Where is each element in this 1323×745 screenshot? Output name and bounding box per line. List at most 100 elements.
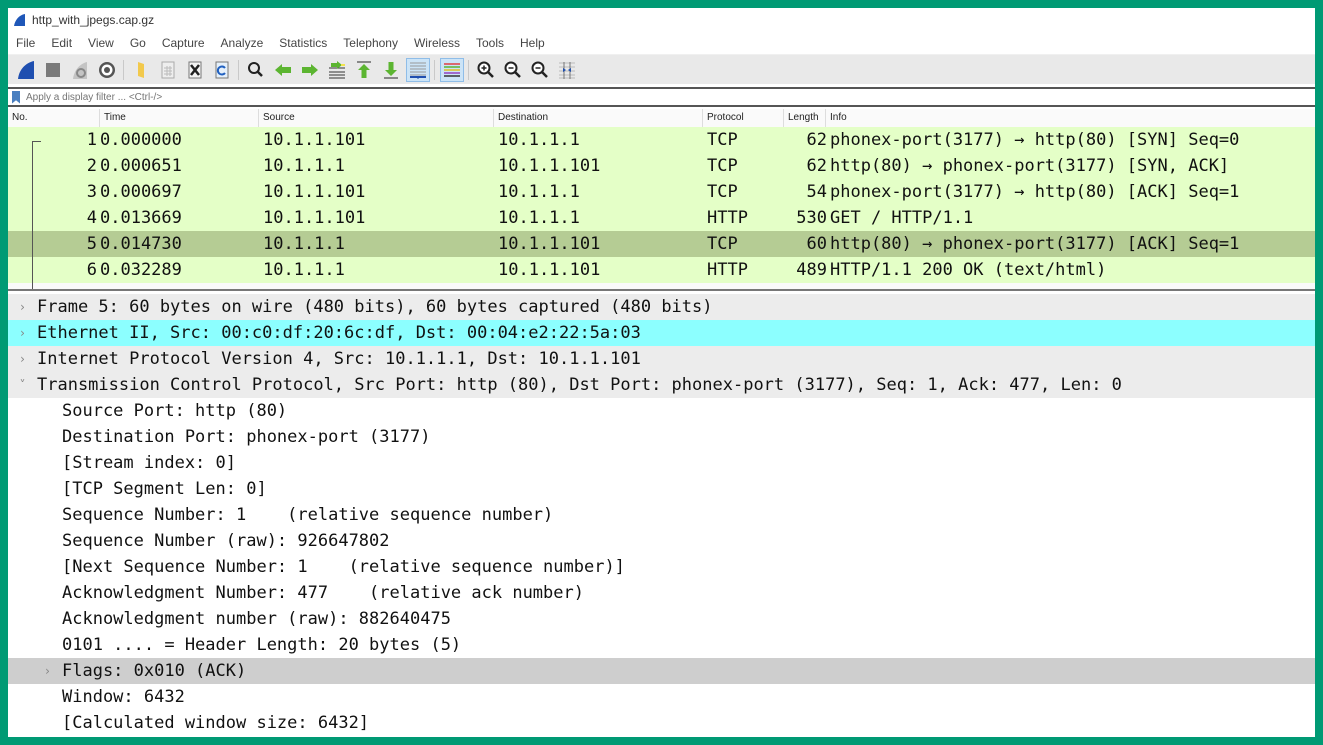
cell-time: 0.000651 (100, 156, 182, 176)
menu-file[interactable]: File (8, 36, 43, 50)
column-header-destination[interactable]: Destination (494, 109, 703, 127)
find-packet-button[interactable] (244, 58, 268, 82)
cell-protocol: TCP (707, 156, 738, 176)
conversation-bracket-line (32, 141, 33, 289)
expand-arrow-icon[interactable]: › (33, 664, 62, 678)
wireshark-fin-icon (14, 14, 25, 26)
stop-capture-button[interactable] (41, 58, 65, 82)
go-back-button[interactable] (271, 58, 295, 82)
cell-destination: 10.1.1.101 (498, 260, 601, 280)
packet-row[interactable]: 1 0.000000 10.1.1.101 10.1.1.1 TCP 62 ph… (8, 127, 1315, 153)
tree-item-label: Ethernet II, Src: 00:c0:df:20:6c:df, Dst… (37, 323, 641, 343)
field-label: Sequence Number (raw): 926647802 (62, 531, 390, 551)
normal-size-button[interactable] (528, 58, 552, 82)
menu-analyze[interactable]: Analyze (213, 36, 272, 50)
packet-row-selected[interactable]: 5 0.014730 10.1.1.1 10.1.1.101 TCP 60 ht… (8, 231, 1315, 257)
go-to-packet-button[interactable] (325, 58, 349, 82)
column-header-length[interactable]: Length (784, 109, 826, 127)
column-header-info[interactable]: Info (826, 109, 1315, 127)
resize-columns-button[interactable] (555, 58, 579, 82)
packet-row[interactable]: 4 0.013669 10.1.1.101 10.1.1.1 HTTP 530 … (8, 205, 1315, 231)
cell-info: http(80) → phonex-port(3177) [SYN, ACK] (830, 156, 1230, 176)
cell-info: GET / HTTP/1.1 (830, 208, 974, 228)
zoom-in-icon (477, 61, 494, 78)
menu-edit[interactable]: Edit (43, 36, 80, 50)
cell-source: 10.1.1.1 (263, 260, 345, 280)
cell-no: 2 (86, 156, 97, 176)
tcp-field[interactable]: Acknowledgment number (raw): 882640475 (8, 606, 1315, 632)
close-file-button[interactable] (183, 58, 207, 82)
menu-view[interactable]: View (80, 36, 122, 50)
zoom-out-button[interactable] (501, 58, 525, 82)
tcp-field[interactable]: Source Port: http (80) (8, 398, 1315, 424)
cell-destination: 10.1.1.1 (498, 208, 580, 228)
tree-item-label: Transmission Control Protocol, Src Port:… (37, 375, 1122, 395)
tcp-field[interactable]: [Next Sequence Number: 1 (relative seque… (8, 554, 1315, 580)
tree-item-tcp[interactable]: ˅ Transmission Control Protocol, Src Por… (8, 372, 1315, 398)
field-label: Source Port: http (80) (62, 401, 288, 421)
cell-time: 0.014730 (100, 234, 182, 254)
restart-capture-button[interactable] (68, 58, 92, 82)
capture-options-icon (98, 61, 115, 78)
go-back-icon (274, 63, 291, 76)
packet-row[interactable]: 6 0.032289 10.1.1.1 10.1.1.101 HTTP 489 … (8, 257, 1315, 283)
packet-rows: 1 0.000000 10.1.1.101 10.1.1.1 TCP 62 ph… (8, 127, 1315, 283)
field-label: Destination Port: phonex-port (3177) (62, 427, 431, 447)
cell-protocol: TCP (707, 182, 738, 202)
packet-row[interactable]: 3 0.000697 10.1.1.101 10.1.1.1 TCP 54 ph… (8, 179, 1315, 205)
colorize-icon (443, 62, 460, 77)
go-first-packet-icon (356, 60, 371, 78)
tree-item-ethernet[interactable]: › Ethernet II, Src: 00:c0:df:20:6c:df, D… (8, 320, 1315, 346)
tcp-field[interactable]: [TCP Segment Len: 0] (8, 476, 1315, 502)
capture-options-button[interactable] (95, 58, 119, 82)
reload-file-button[interactable] (210, 58, 234, 82)
tcp-field[interactable]: Sequence Number (raw): 926647802 (8, 528, 1315, 554)
expand-arrow-icon[interactable]: › (8, 326, 37, 340)
expand-arrow-icon[interactable]: › (8, 352, 37, 366)
go-forward-button[interactable] (298, 58, 322, 82)
auto-scroll-button[interactable] (405, 57, 430, 82)
menu-statistics[interactable]: Statistics (271, 36, 335, 50)
packet-row[interactable]: 2 0.000651 10.1.1.1 10.1.1.101 TCP 62 ht… (8, 153, 1315, 179)
menu-telephony[interactable]: Telephony (335, 36, 406, 50)
tcp-field[interactable]: Window: 6432 (8, 684, 1315, 710)
conversation-bracket-start (32, 141, 41, 142)
start-capture-button[interactable] (14, 58, 38, 82)
menu-bar: File Edit View Go Capture Analyze Statis… (8, 32, 1315, 54)
tree-item-frame[interactable]: › Frame 5: 60 bytes on wire (480 bits), … (8, 294, 1315, 320)
tcp-field[interactable]: [Stream index: 0] (8, 450, 1315, 476)
menu-wireless[interactable]: Wireless (406, 36, 468, 50)
open-file-button[interactable] (129, 58, 153, 82)
tcp-field[interactable]: Acknowledgment Number: 477 (relative ack… (8, 580, 1315, 606)
expand-arrow-icon[interactable]: › (8, 300, 37, 314)
save-file-button[interactable] (156, 58, 180, 82)
column-header-source[interactable]: Source (259, 109, 494, 127)
toolbar-separator (468, 59, 469, 80)
column-header-no[interactable]: No. (8, 109, 100, 127)
colorize-button[interactable] (439, 57, 464, 82)
tcp-field[interactable]: 0101 .... = Header Length: 20 bytes (5) (8, 632, 1315, 658)
tcp-field[interactable]: Sequence Number: 1 (relative sequence nu… (8, 502, 1315, 528)
tcp-field[interactable]: Destination Port: phonex-port (3177) (8, 424, 1315, 450)
auto-scroll-icon (409, 62, 426, 79)
display-filter-input[interactable] (26, 91, 1315, 103)
menu-capture[interactable]: Capture (154, 36, 213, 50)
collapse-arrow-icon[interactable]: ˅ (8, 378, 37, 392)
menu-help[interactable]: Help (512, 36, 553, 50)
tree-item-flags[interactable]: › Flags: 0x010 (ACK) (8, 658, 1315, 684)
save-file-icon (161, 61, 174, 78)
go-first-packet-button[interactable] (352, 58, 376, 82)
tcp-field[interactable]: [Calculated window size: 6432] (8, 710, 1315, 736)
tree-item-ip[interactable]: › Internet Protocol Version 4, Src: 10.1… (8, 346, 1315, 372)
column-header-protocol[interactable]: Protocol (703, 109, 784, 127)
menu-tools[interactable]: Tools (468, 36, 512, 50)
menu-go[interactable]: Go (122, 36, 154, 50)
stop-capture-icon (45, 62, 60, 77)
go-last-packet-button[interactable] (379, 58, 403, 82)
zoom-out-icon (504, 61, 521, 78)
cell-time: 0.013669 (100, 208, 182, 228)
zoom-in-button[interactable] (474, 58, 498, 82)
filter-bookmark-icon[interactable] (12, 90, 20, 104)
column-header-time[interactable]: Time (100, 109, 259, 127)
cell-protocol: TCP (707, 130, 738, 150)
